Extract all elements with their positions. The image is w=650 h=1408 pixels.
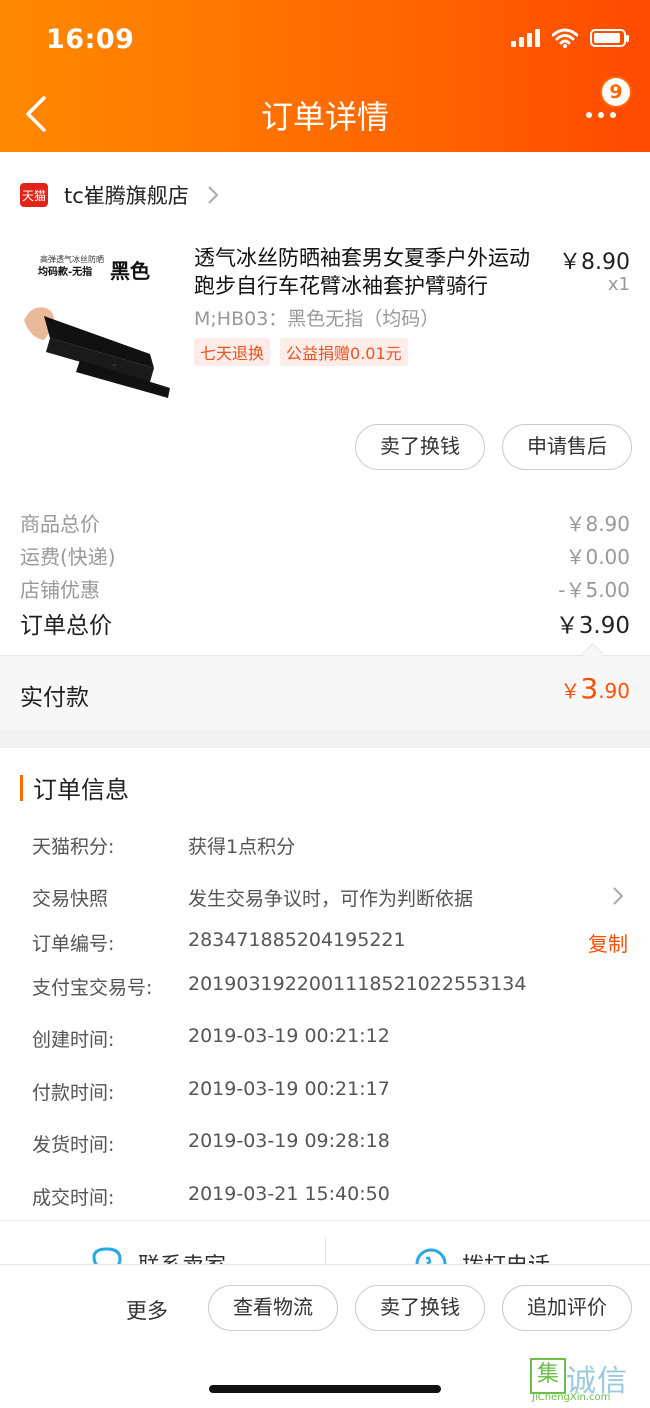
- product-quantity: x1: [607, 274, 630, 295]
- sell-for-cash-button[interactable]: 卖了换钱: [355, 424, 485, 470]
- info-value: 获得1点积分: [188, 836, 296, 858]
- summary-row-total: 订单总价 ￥3.90: [20, 606, 630, 640]
- summary-label: 店铺优惠: [20, 578, 100, 602]
- info-label: 发货时间:: [32, 1134, 115, 1156]
- info-label: 成交时间:: [32, 1187, 115, 1209]
- total-value: ￥3.90: [555, 613, 630, 639]
- chevron-right-icon: [613, 887, 624, 905]
- status-time: 16:09: [46, 24, 135, 55]
- order-info-title: 订单信息: [20, 770, 129, 805]
- order-info-heading: 订单信息: [33, 776, 129, 804]
- info-row-snapshot[interactable]: 交易快照 发生交易争议时，可作为判断依据: [32, 884, 630, 911]
- product-tags: 七天退换 公益捐赠0.01元: [194, 338, 408, 366]
- order-card: 天猫 tc崔腾旗舰店 高弹透气冰丝防晒 均码款-无指 黑色 ~ 透气冰丝防晒袖套…: [0, 152, 650, 730]
- summary-value: -￥5.00: [558, 578, 630, 602]
- paid-dec: .90: [598, 679, 630, 703]
- view-logistics-button[interactable]: 查看物流: [208, 1285, 338, 1331]
- store-link[interactable]: 天猫 tc崔腾旗舰店: [20, 180, 219, 210]
- chat-icon: [92, 1247, 122, 1265]
- info-value: 2019031922001118521022553134: [188, 973, 527, 995]
- order-info-section: 订单信息 天猫积分: 获得1点积分 交易快照 发生交易争议时，可作为判断依据 订…: [0, 748, 650, 1220]
- info-row-created: 创建时间: 2019-03-19 00:21:12: [32, 1025, 630, 1052]
- info-value: 2019-03-19 00:21:17: [188, 1078, 390, 1100]
- info-label: 订单编号:: [32, 933, 115, 955]
- product-image[interactable]: 高弹透气冰丝防晒 均码款-无指 黑色 ~: [20, 242, 180, 402]
- watermark-glyph: 集: [530, 1358, 566, 1394]
- info-row-order-no: 订单编号: 283471885204195221: [32, 929, 630, 956]
- home-indicator: [209, 1385, 441, 1393]
- contact-strip: 联系卖家 拨打电话: [0, 1220, 650, 1265]
- header: 16:09 订单详情 9: [0, 0, 650, 152]
- contact-separator: [325, 1237, 326, 1265]
- product-image-text-mid: 均码款-无指: [38, 265, 92, 278]
- status-icons: [511, 28, 629, 48]
- phone-icon: [415, 1248, 447, 1265]
- paid-currency: ￥: [560, 679, 581, 703]
- product-image-text-small: 高弹透气冰丝防晒: [40, 254, 104, 264]
- signal-icon: [511, 29, 540, 47]
- paid-value: ￥3.90: [560, 672, 630, 705]
- product-image-text-big: 黑色: [110, 259, 150, 283]
- accent-bar: [20, 774, 23, 801]
- info-value: 2019-03-21 15:40:50: [188, 1183, 390, 1205]
- info-row-done: 成交时间: 2019-03-21 15:40:50: [32, 1183, 630, 1210]
- summary-row-discount: 店铺优惠 -￥5.00: [20, 574, 630, 603]
- product-price: ￥8.90: [559, 250, 630, 275]
- total-label: 订单总价: [20, 613, 112, 639]
- paid-label: 实付款: [20, 685, 89, 711]
- info-label: 交易快照: [32, 888, 109, 910]
- call-phone-button[interactable]: 拨打电话: [414, 1247, 550, 1265]
- product-name[interactable]: 透气冰丝防晒袖套男女夏季户外运动跑步自行车花臂冰袖套护臂骑行: [194, 244, 544, 300]
- paid-int: 3: [580, 672, 599, 705]
- notification-badge: 9: [602, 78, 630, 106]
- info-row-points: 天猫积分: 获得1点积分: [32, 832, 630, 859]
- copy-button[interactable]: 复制: [588, 928, 628, 957]
- arm-sleeve-image: 高弹透气冰丝防晒 均码款-无指 黑色 ~: [24, 254, 170, 398]
- summary-label: 商品总价: [20, 512, 100, 536]
- summary-label: 运费(快递): [20, 545, 116, 569]
- info-value: 283471885204195221: [188, 929, 406, 951]
- info-value: 2019-03-19 09:28:18: [188, 1130, 390, 1152]
- tmall-icon: 天猫: [20, 183, 48, 207]
- watermark-url: JiChengXin.com: [532, 1392, 611, 1403]
- info-label: 天猫积分:: [32, 836, 115, 858]
- more-menu-button[interactable]: 9: [582, 76, 632, 132]
- battery-icon: [590, 29, 629, 47]
- contact-seller-label: 联系卖家: [138, 1248, 226, 1265]
- more-actions-button[interactable]: 更多: [126, 1295, 168, 1325]
- summary-value: ￥0.00: [565, 545, 630, 569]
- page-title: 订单详情: [260, 98, 389, 136]
- svg-text:~: ~: [112, 362, 117, 369]
- wifi-icon: [552, 28, 578, 48]
- summary-row-shipping: 运费(快递) ￥0.00: [20, 541, 630, 570]
- info-value: 发生交易争议时，可作为判断依据: [188, 888, 474, 910]
- paid-section: 实付款 ￥3.90: [0, 656, 650, 730]
- store-name: tc崔腾旗舰店: [64, 184, 189, 208]
- tag-return: 七天退换: [194, 338, 271, 366]
- after-sale-button[interactable]: 申请售后: [502, 424, 632, 470]
- tag-charity: 公益捐赠0.01元: [280, 338, 408, 366]
- info-row-shipped: 发货时间: 2019-03-19 09:28:18: [32, 1130, 630, 1157]
- info-value: 2019-03-19 00:21:12: [188, 1025, 390, 1047]
- summary-row-goods: 商品总价 ￥8.90: [20, 508, 630, 537]
- product-spec: M;HB03：黑色无指（均码）: [194, 308, 440, 330]
- watermark-logo: 集 诚信 JiChengXin.com: [530, 1356, 642, 1406]
- summary-value: ￥8.90: [565, 512, 630, 536]
- sell-for-cash-bottom-button[interactable]: 卖了换钱: [355, 1285, 485, 1331]
- chevron-right-icon: [208, 186, 219, 204]
- add-review-button[interactable]: 追加评价: [502, 1285, 632, 1331]
- info-row-alipay: 支付宝交易号: 2019031922001118521022553134: [32, 973, 630, 1000]
- info-label: 支付宝交易号:: [32, 977, 153, 999]
- contact-seller-button[interactable]: 联系卖家: [90, 1247, 226, 1265]
- call-phone-label: 拨打电话: [462, 1248, 550, 1265]
- info-row-paid: 付款时间: 2019-03-19 00:21:17: [32, 1078, 630, 1105]
- more-dots-icon: [586, 112, 616, 118]
- info-label: 创建时间:: [32, 1029, 115, 1051]
- info-label: 付款时间:: [32, 1082, 115, 1104]
